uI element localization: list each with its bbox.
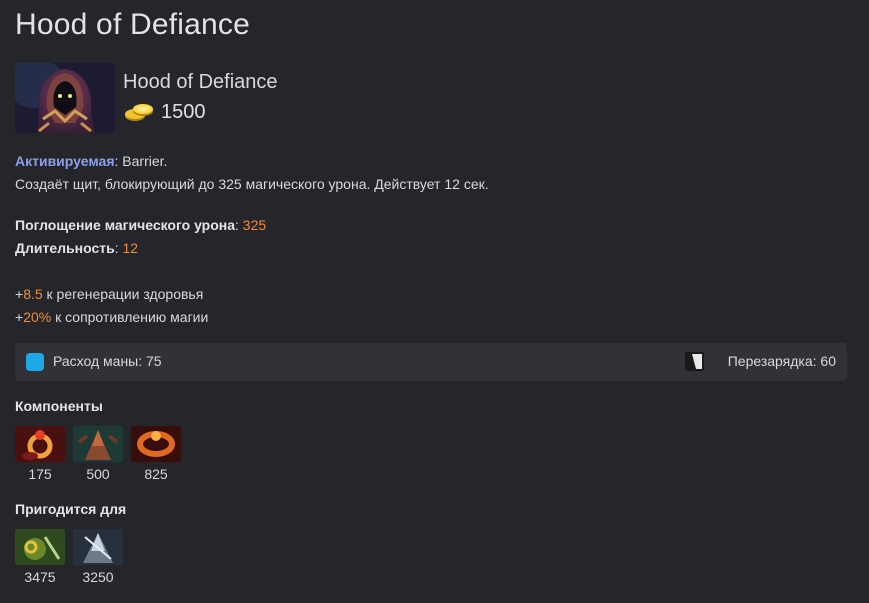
component-item[interactable]: 500	[73, 426, 123, 482]
mana-icon	[26, 353, 44, 371]
stat-row: Поглощение магического урона: 325	[15, 217, 267, 233]
upgrade-item[interactable]: 3475	[15, 529, 65, 585]
bonus-row: +8.5 к регенерации здоровья	[15, 286, 204, 302]
components-title: Компоненты	[15, 398, 103, 414]
upgrade-cost: 3250	[82, 569, 114, 585]
cooldown-value: Перезарядка: 60	[727, 353, 836, 369]
item-header: Hood of Defiance 1500	[15, 63, 415, 133]
stat-value: 325	[242, 217, 267, 233]
item-cost: 1500	[161, 100, 206, 123]
ability-name: Barrier.	[122, 153, 168, 169]
upgrade-item-green-icon	[15, 529, 65, 565]
gold-coins-icon	[123, 101, 155, 123]
bonus-value: 8.5	[23, 286, 43, 302]
ring-of-regen-icon	[131, 426, 181, 462]
component-cost: 175	[28, 466, 52, 482]
upgrades-title: Пригодится для	[15, 501, 127, 517]
ability-description: Создаёт щит, блокирующий до 325 магическ…	[15, 176, 489, 192]
cooldown-icon	[685, 352, 704, 371]
stat-value: 12	[122, 240, 139, 256]
stat-label: Поглощение магического урона	[15, 217, 236, 233]
stat-label: Длительность	[15, 240, 115, 256]
bonus-text: к регенерации здоровья	[46, 286, 204, 302]
component-cost: 825	[144, 466, 168, 482]
hood-of-defiance-icon	[15, 63, 115, 133]
cloak-icon	[73, 426, 123, 462]
page-title: Hood of Defiance	[15, 8, 251, 41]
component-item[interactable]: 175	[15, 426, 65, 482]
item-cost-row: 1500	[123, 99, 206, 125]
stats-list: Поглощение магического урона: 325 Длител…	[15, 214, 266, 260]
item-name: Hood of Defiance	[123, 71, 278, 93]
stat-row: Длительность: 12	[15, 240, 139, 256]
bonus-row: +20% к сопротивлению магии	[15, 309, 209, 325]
component-cost: 500	[86, 466, 110, 482]
upgrade-item[interactable]: 3250	[73, 529, 123, 585]
active-ability-header: Активируемая: Barrier.	[15, 153, 168, 169]
ring-of-health-icon	[15, 426, 65, 462]
bonus-value: 20%	[23, 309, 52, 325]
ability-cost-bar: Расход маны: 75 Перезарядка: 60	[15, 343, 847, 381]
mana-cost: Расход маны: 75	[53, 353, 162, 369]
bonus-list: +8.5 к регенерации здоровья +20% к сопро…	[15, 283, 208, 329]
active-label: Активируемая	[15, 153, 115, 169]
pipe-of-insight-icon	[73, 529, 123, 565]
upgrade-cost: 3475	[24, 569, 56, 585]
active-ability: Активируемая: Barrier. Создаёт щит, блок…	[15, 150, 489, 196]
bonus-text: к сопротивлению магии	[55, 309, 209, 325]
component-item[interactable]: 825	[131, 426, 181, 482]
